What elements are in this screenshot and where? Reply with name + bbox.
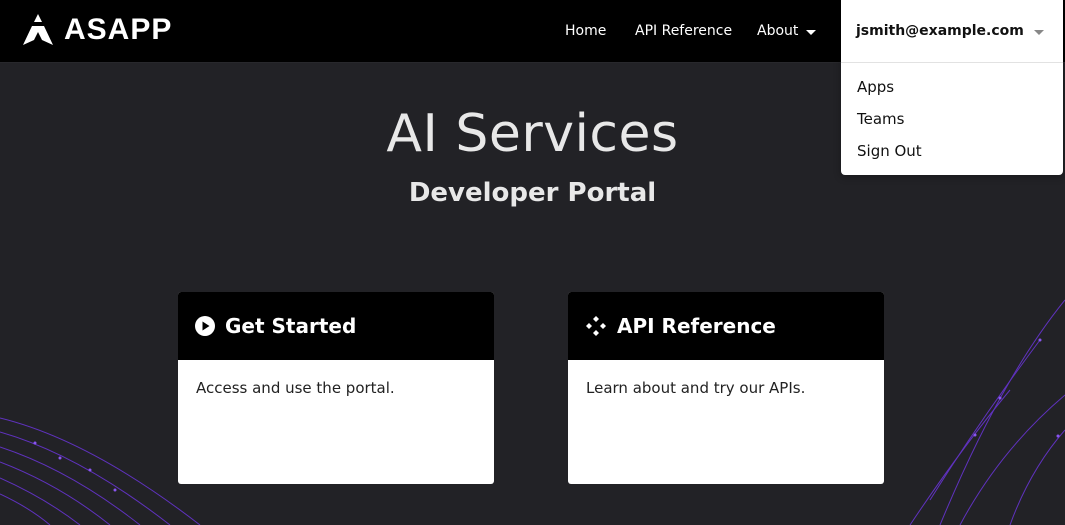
brand-name: ASAPP [64, 13, 173, 46]
user-email: jsmith@example.com [856, 23, 1024, 39]
card-title: API Reference [617, 314, 776, 338]
menu-item-apps[interactable]: Apps [841, 75, 1063, 107]
card-description: Access and use the portal. [196, 379, 395, 397]
card-header: Get Started [178, 292, 494, 360]
nav-about-label: About [757, 23, 799, 39]
user-menu-toggle[interactable]: jsmith@example.com [841, 0, 1063, 63]
asapp-logo[interactable]: ASAPP [20, 12, 172, 48]
page-subtitle: Developer Portal [408, 178, 657, 208]
page-title: AI Services [386, 104, 679, 164]
api-reference-card[interactable]: API Reference Learn about and try our AP… [568, 292, 884, 484]
nav-home-link[interactable]: Home [565, 23, 606, 39]
asapp-logo-icon [23, 14, 53, 45]
chevron-down-icon [806, 29, 817, 35]
nav-api-reference-link[interactable]: API Reference [635, 23, 732, 39]
get-started-card[interactable]: Get Started Access and use the portal. [178, 292, 494, 484]
play-circle-icon [195, 316, 215, 336]
api-diamond-icon [586, 316, 606, 336]
card-header: API Reference [568, 292, 884, 360]
chevron-down-icon [1033, 29, 1044, 35]
card-title: Get Started [225, 314, 357, 338]
nav-about-dropdown[interactable]: About [757, 0, 817, 62]
card-description: Learn about and try our APIs. [586, 379, 806, 397]
